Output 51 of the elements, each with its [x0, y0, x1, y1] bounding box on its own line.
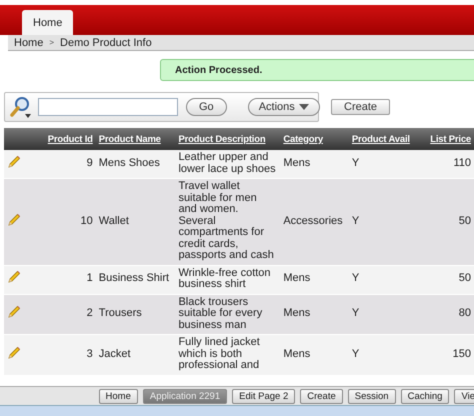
edit-icon[interactable]	[7, 346, 21, 360]
edit-icon[interactable]	[7, 154, 21, 169]
edit-icon[interactable]	[7, 305, 21, 319]
table-cell: Mens	[283, 272, 310, 284]
breadcrumb-current: Demo Product Info	[60, 36, 152, 48]
create-button[interactable]: Create	[331, 99, 390, 115]
toolbar-button[interactable]: Caching	[400, 389, 450, 404]
search-icon[interactable]	[9, 95, 33, 119]
table-cell: Wrinkle-free cotton business shirt	[178, 266, 271, 290]
edit-icon[interactable]	[7, 212, 21, 226]
table-cell: Accessories	[283, 214, 343, 226]
table-cell: 2	[86, 307, 93, 319]
table-cell: 9	[86, 156, 93, 169]
breadcrumb-link[interactable]: Home	[14, 36, 44, 48]
table-cell: Business Shirt	[98, 272, 170, 284]
table-cell: Mens	[283, 348, 310, 360]
table-cell: 1	[86, 272, 93, 284]
table-cell: Jacket	[98, 348, 131, 360]
table-cell: 3	[86, 348, 93, 360]
separator: >	[49, 38, 54, 47]
table-cell: Y	[352, 307, 360, 319]
toolbar-button[interactable]: Session	[348, 389, 396, 404]
toolbar-button[interactable]: Edit Page 2	[232, 389, 296, 404]
table-cell: Leather upper and lower lace up shoes	[178, 151, 276, 174]
table-cell: Y	[352, 214, 360, 226]
table-cell: Mens	[283, 307, 310, 319]
table-cell: Wallet	[98, 214, 129, 226]
table-cell: Travel wallet suitable for men and women. Several compartments for credit cards, passports and cash	[178, 180, 274, 261]
toolbar-button[interactable]: Home	[98, 389, 138, 404]
table-cell: Mens	[283, 156, 310, 169]
toolbar-button[interactable]: Create	[300, 389, 343, 404]
caret-icon	[298, 104, 309, 110]
table-cell: 150	[452, 348, 471, 360]
table-cell: Y	[352, 272, 360, 284]
actions-button[interactable]: Actions	[248, 98, 320, 116]
table-cell: 110	[453, 156, 471, 169]
table-cell: 80	[458, 307, 471, 319]
edit-icon[interactable]	[7, 270, 21, 284]
table-cell: Y	[352, 348, 360, 360]
table-cell: 50	[458, 272, 471, 284]
table-cell: 50	[458, 214, 471, 226]
table-cell: Trousers	[98, 307, 142, 319]
table-cell: 10	[80, 214, 93, 226]
table-cell: Mens Shoes	[98, 156, 160, 169]
table-cell: Black trousers suitable for every business man	[178, 296, 262, 330]
go-button[interactable]: Go	[186, 98, 227, 116]
table-cell: Fully lined jacket which is both professional and	[178, 336, 260, 371]
success-message: Action Processed.	[160, 59, 474, 81]
tab[interactable]: Home	[22, 10, 74, 35]
search-field[interactable]	[38, 98, 178, 116]
table-cell: Y	[352, 156, 360, 169]
